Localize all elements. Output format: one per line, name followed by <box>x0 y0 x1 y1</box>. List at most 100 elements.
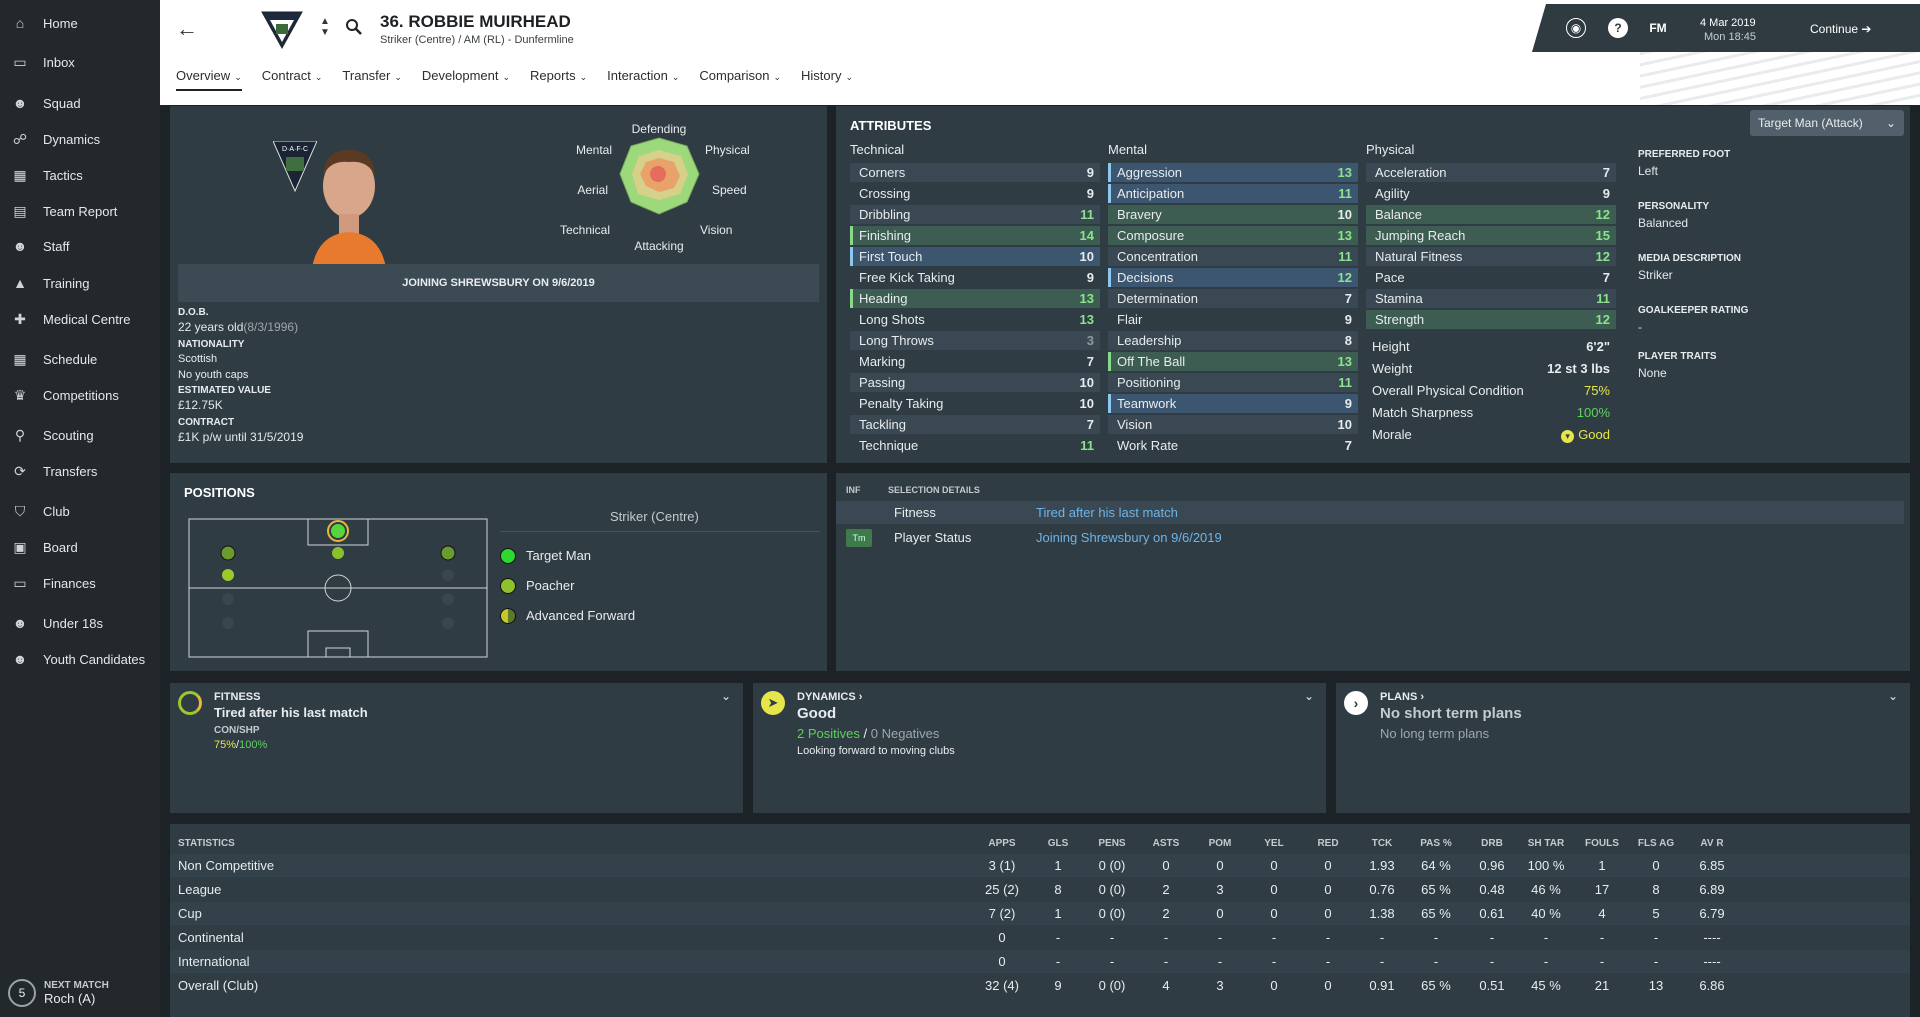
attr-row-technique[interactable]: Technique 11 <box>850 436 1100 455</box>
tab-interaction[interactable]: Interaction ⌄ <box>607 68 679 91</box>
attr-row-composure[interactable]: Composure 13 <box>1108 226 1358 245</box>
stat-col-header[interactable]: PAS % <box>1406 838 1466 849</box>
plans-card[interactable]: › PLANS › No short term plans No long te… <box>1336 683 1910 813</box>
role-target-man[interactable]: Target Man <box>500 541 635 571</box>
plans-card-title[interactable]: PLANS › <box>1380 691 1424 703</box>
role-advanced-forward[interactable]: Advanced Forward <box>500 601 635 631</box>
attr-row-strength[interactable]: Strength 12 <box>1366 310 1616 329</box>
tab-development[interactable]: Development ⌄ <box>422 68 510 91</box>
stat-col-header[interactable]: YEL <box>1244 838 1304 849</box>
attr-row-anticipation[interactable]: Anticipation 11 <box>1108 184 1358 203</box>
attr-row-work-rate[interactable]: Work Rate 7 <box>1108 436 1358 455</box>
attr-row-leadership[interactable]: Leadership 8 <box>1108 331 1358 350</box>
sidebar-item-inbox[interactable]: ▭ Inbox <box>0 47 160 77</box>
attr-row-teamwork[interactable]: Teamwork 9 <box>1108 394 1358 413</box>
role-selector-dropdown[interactable]: Target Man (Attack) ⌄ <box>1750 110 1904 136</box>
attr-row-acceleration[interactable]: Acceleration 7 <box>1366 163 1616 182</box>
next-match[interactable]: 5 NEXT MATCH Roch (A) <box>0 969 160 1017</box>
sidebar-item-under-18s[interactable]: ☻ Under 18s <box>0 608 160 638</box>
attr-row-finishing[interactable]: Finishing 14 <box>850 226 1100 245</box>
tab-comparison[interactable]: Comparison ⌄ <box>699 68 781 91</box>
selection-row-link[interactable]: Tired after his last match <box>1036 505 1178 520</box>
continue-button[interactable]: Continue ➔ <box>1810 22 1871 36</box>
position-amr[interactable] <box>440 545 456 561</box>
attr-row-aggression[interactable]: Aggression 13 <box>1108 163 1358 182</box>
dynamics-card[interactable]: ➤ DYNAMICS › Good 2 Positives / 0 Negati… <box>753 683 1326 813</box>
stat-col-header[interactable]: FOULS <box>1572 838 1632 849</box>
tab-transfer[interactable]: Transfer ⌄ <box>342 68 401 91</box>
stat-row[interactable]: Overall (Club) 32 (4) 9 0 (0) 4 3 0 0 0.91 65 % 0.… <box>170 974 1910 997</box>
attr-row-determination[interactable]: Determination 7 <box>1108 289 1358 308</box>
stat-row[interactable]: League 25 (2) 8 0 (0) 2 3 0 0 0.76 65 % 0.48 46 % 17… <box>170 878 1910 901</box>
sidebar-item-dynamics[interactable]: ☍ Dynamics <box>0 124 160 154</box>
dynamics-card-title[interactable]: DYNAMICS › <box>797 691 862 703</box>
attr-row-passing[interactable]: Passing 10 <box>850 373 1100 392</box>
attr-row-bravery[interactable]: Bravery 10 <box>1108 205 1358 224</box>
attr-row-crossing[interactable]: Crossing 9 <box>850 184 1100 203</box>
attr-row-penalty-taking[interactable]: Penalty Taking 10 <box>850 394 1100 413</box>
attr-row-natural-fitness[interactable]: Natural Fitness 12 <box>1366 247 1616 266</box>
sidebar-item-youth-candidates[interactable]: ☻ Youth Candidates <box>0 644 160 674</box>
sidebar-item-finances[interactable]: ▭ Finances <box>0 568 160 598</box>
stat-col-header[interactable]: ASTS <box>1136 838 1196 849</box>
tab-contract[interactable]: Contract ⌄ <box>262 68 323 91</box>
sidebar-item-competitions[interactable]: ♛ Competitions <box>0 380 160 410</box>
stat-col-header[interactable]: SH TAR <box>1516 838 1576 849</box>
stat-col-header[interactable]: RED <box>1298 838 1358 849</box>
attr-row-concentration[interactable]: Concentration 11 <box>1108 247 1358 266</box>
stat-row[interactable]: Non Competitive 3 (1) 1 0 (0) 0 0 0 0 1.93 64 % 0.… <box>170 854 1910 877</box>
sidebar-item-squad[interactable]: ☻ Squad <box>0 88 160 118</box>
attr-row-decisions[interactable]: Decisions 12 <box>1108 268 1358 287</box>
tab-history[interactable]: History ⌄ <box>801 68 853 91</box>
attr-row-heading[interactable]: Heading 13 <box>850 289 1100 308</box>
chevron-down-icon[interactable]: ⌄ <box>1304 689 1314 703</box>
attr-row-agility[interactable]: Agility 9 <box>1366 184 1616 203</box>
attr-row-positioning[interactable]: Positioning 11 <box>1108 373 1358 392</box>
position-aml[interactable] <box>220 545 236 561</box>
attr-row-off-the-ball[interactable]: Off The Ball 13 <box>1108 352 1358 371</box>
selection-row-player-status[interactable]: Tm Player Status Joining Shrewsbury on 9… <box>836 526 1904 549</box>
stat-col-header[interactable]: PENS <box>1082 838 1142 849</box>
sidebar-item-medical[interactable]: ✚ Medical Centre <box>0 304 160 334</box>
sidebar-item-team-report[interactable]: ▤ Team Report <box>0 196 160 226</box>
sidebar-item-board[interactable]: ▣ Board <box>0 532 160 562</box>
attr-row-tackling[interactable]: Tackling 7 <box>850 415 1100 434</box>
stat-col-header[interactable]: TCK <box>1352 838 1412 849</box>
back-arrow-icon[interactable]: ← <box>176 16 198 42</box>
sidebar-item-training[interactable]: ▲ Training <box>0 268 160 298</box>
globe-icon[interactable]: ◉ <box>1566 18 1586 38</box>
sidebar-item-scouting[interactable]: ⚲ Scouting <box>0 420 160 450</box>
help-icon[interactable]: ? <box>1608 18 1628 38</box>
stat-col-header[interactable]: AV R <box>1682 838 1742 849</box>
attr-row-long-throws[interactable]: Long Throws 3 <box>850 331 1100 350</box>
player-navigate-arrows-icon[interactable]: ▲ ▼ <box>320 16 330 38</box>
attr-row-pace[interactable]: Pace 7 <box>1366 268 1616 287</box>
stat-row[interactable]: International 0- - - - - - - - - - - - ---- <box>170 950 1910 973</box>
fitness-card[interactable]: FITNESS Tired after his last match CON/S… <box>170 683 743 813</box>
chevron-down-icon[interactable]: ⌄ <box>1888 689 1898 703</box>
selection-row-link[interactable]: Joining Shrewsbury on 9/6/2019 <box>1036 530 1222 545</box>
chevron-down-icon[interactable]: ⌄ <box>721 689 731 703</box>
sidebar-item-staff[interactable]: ☻ Staff <box>0 231 160 261</box>
attr-row-free-kick-taking[interactable]: Free Kick Taking 9 <box>850 268 1100 287</box>
attr-row-balance[interactable]: Balance 12 <box>1366 205 1616 224</box>
sidebar-item-club[interactable]: ⛉ Club <box>0 496 160 526</box>
stat-col-header[interactable]: DRB <box>1462 838 1522 849</box>
attr-row-vision[interactable]: Vision 10 <box>1108 415 1358 434</box>
sidebar-item-transfers[interactable]: ⟳ Transfers <box>0 456 160 486</box>
stat-col-header[interactable]: GLS <box>1028 838 1088 849</box>
tab-overview[interactable]: Overview ⌄ <box>176 68 242 91</box>
attr-row-jumping-reach[interactable]: Jumping Reach 15 <box>1366 226 1616 245</box>
attr-row-dribbling[interactable]: Dribbling 11 <box>850 205 1100 224</box>
stat-col-header[interactable]: POM <box>1190 838 1250 849</box>
position-ml[interactable] <box>222 569 234 581</box>
fm-logo-icon[interactable]: FM <box>1646 18 1670 38</box>
stat-row[interactable]: Continental 0- - - - - - - - - - - - ---- <box>170 926 1910 949</box>
attr-row-first-touch[interactable]: First Touch 10 <box>850 247 1100 266</box>
sidebar-item-tactics[interactable]: ▦ Tactics <box>0 160 160 190</box>
tab-reports[interactable]: Reports ⌄ <box>530 68 587 91</box>
attr-row-long-shots[interactable]: Long Shots 13 <box>850 310 1100 329</box>
selection-row-fitness[interactable]: Fitness Tired after his last match <box>836 501 1904 524</box>
stat-row[interactable]: Cup 7 (2) 1 0 (0) 2 0 0 0 1.38 65 % 0.61 40 % 4 5 6.79 <box>170 902 1910 925</box>
stat-col-header[interactable]: FLS AG <box>1626 838 1686 849</box>
